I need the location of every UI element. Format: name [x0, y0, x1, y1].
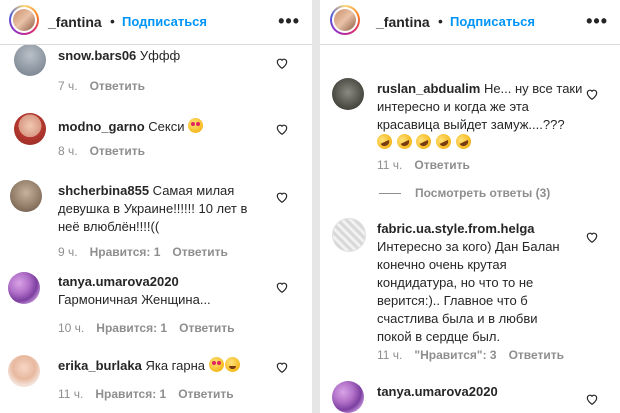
header-username[interactable]: _fantina [376, 14, 430, 30]
follow-button[interactable]: Подписаться [450, 14, 535, 29]
comment-username[interactable]: fabric.ua.style.from.helga [377, 221, 535, 236]
avatar[interactable] [332, 381, 364, 413]
avatar[interactable] [10, 180, 42, 212]
comment-username[interactable]: ruslan_abdualim [377, 81, 480, 96]
heart-icon[interactable] [275, 190, 289, 204]
reply-button[interactable]: Ответить [178, 387, 233, 401]
separator-dot: • [110, 13, 115, 29]
avatar[interactable] [332, 78, 364, 110]
comment-time[interactable]: 11 ч. [58, 387, 83, 401]
comment-body: покой в сердце был. [377, 329, 501, 344]
heart-icon[interactable] [275, 280, 289, 294]
comment-username[interactable]: modno_garno [58, 119, 145, 134]
right-comments-panel: _fantina • Подписаться ••• ruslan_abdual… [320, 0, 620, 413]
avatar[interactable] [14, 113, 46, 145]
panel-divider [312, 0, 320, 413]
reply-button[interactable]: Ответить [414, 158, 469, 172]
comment-meta: 10 ч. Нравится: 1 Ответить [58, 321, 247, 335]
comment-meta: 7 ч. Ответить [58, 79, 157, 93]
reply-button[interactable]: Ответить [179, 321, 234, 335]
heart-icon[interactable] [585, 230, 599, 244]
comment-body: Яка гарна [145, 358, 205, 373]
comment-meta: 9 ч. Нравится: 1 Ответить [58, 245, 240, 259]
heart-icon[interactable] [275, 360, 289, 374]
comment-text: modno_garno Секси [58, 118, 204, 136]
rofl-emoji-icon [433, 131, 454, 152]
rofl-emoji-icon [453, 131, 473, 152]
rofl-emoji-icon [374, 131, 395, 152]
comment-body: Интересно за кого) Дан Балан [377, 239, 560, 254]
comment-text: ruslan_abdualim Не... ну все таки [377, 80, 582, 98]
comment-username[interactable]: tanya.umarova2020 [58, 274, 179, 289]
comment-time[interactable]: 7 ч. [58, 79, 78, 93]
comment-username[interactable]: tanya.umarova2020 [377, 384, 498, 399]
comment-username[interactable]: shcherbina855 [58, 183, 149, 198]
comment-body: девушка в Украине!!!!!! 10 лет в [58, 201, 248, 216]
comment-meta: 8 ч. Ответить [58, 144, 157, 158]
comment-text: tanya.umarova2020 [58, 273, 179, 291]
heart-eyes-emoji-icon [208, 357, 224, 372]
heart-icon[interactable] [585, 392, 599, 406]
avatar[interactable] [332, 218, 366, 252]
comment-body: Секси [148, 119, 185, 134]
heart-icon[interactable] [275, 56, 289, 70]
rofl-emoji-icon [394, 131, 415, 152]
comment-text: tanya.umarova2020 [377, 383, 498, 401]
comment-body: конечно очень крутая [377, 257, 507, 272]
smiling-emoji-icon [224, 357, 240, 372]
comment-body: кондидатура, но что то не [377, 275, 534, 290]
more-options-icon[interactable]: ••• [278, 11, 300, 32]
replies-divider [379, 193, 401, 194]
comment-time[interactable]: 10 ч. [58, 321, 84, 335]
likes-count[interactable]: "Нравится": 3 [414, 348, 496, 362]
emoji-row [374, 131, 473, 152]
comment-text: erika_burlaka Яка гарна [58, 357, 241, 375]
comment-username[interactable]: snow.bars06 [58, 48, 136, 63]
header-username[interactable]: _fantina [48, 14, 102, 30]
heart-icon[interactable] [585, 87, 599, 101]
follow-button[interactable]: Подписаться [122, 14, 207, 29]
comment-text: shcherbina855 Самая милая [58, 182, 234, 200]
likes-count[interactable]: Нравится: 1 [90, 245, 161, 259]
heart-eyes-emoji-icon [188, 118, 204, 133]
avatar[interactable] [8, 272, 40, 304]
rofl-emoji-icon [413, 131, 434, 152]
reply-button[interactable]: Ответить [509, 348, 564, 362]
comment-body: Уффф [139, 48, 181, 63]
comment-time[interactable]: 8 ч. [58, 144, 78, 158]
avatar[interactable] [14, 44, 46, 76]
post-header: _fantina • Подписаться ••• [0, 0, 312, 45]
comment-text: fabric.ua.style.from.helga [377, 220, 535, 238]
avatar[interactable] [9, 5, 39, 35]
likes-count[interactable]: Нравится: 1 [95, 387, 166, 401]
comment-body: неё влюблён!!!!(( [58, 219, 160, 234]
comment-time[interactable]: 9 ч. [58, 245, 78, 259]
reply-button[interactable]: Ответить [172, 245, 227, 259]
comment-body: верится:).. Главное что б [377, 293, 528, 308]
post-header: _fantina • Подписаться ••• [320, 0, 620, 45]
comment-time[interactable]: 11 ч. [377, 158, 402, 172]
left-comments-panel: snow.bars06 Уффф 7 ч. Ответить modno_garn… [0, 0, 312, 413]
more-options-icon[interactable]: ••• [586, 11, 608, 32]
separator-dot: • [438, 13, 443, 29]
avatar[interactable] [8, 355, 40, 387]
comment-body: Гармоничная Женщина... [58, 292, 211, 307]
comment-body: красавица выйдет замуж....??? [377, 117, 565, 132]
view-replies-button[interactable]: Посмотреть ответы (3) [415, 186, 550, 200]
reply-button[interactable]: Ответить [90, 144, 145, 158]
comment-body: Не... ну все таки [483, 81, 583, 96]
comment-meta: 11 ч. Нравится: 1 Ответить [58, 387, 246, 401]
reply-button[interactable]: Ответить [90, 79, 145, 93]
comment-username[interactable]: erika_burlaka [58, 358, 142, 373]
comment-time[interactable]: 11 ч. [377, 348, 402, 362]
comment-body: Самая милая [152, 183, 235, 198]
comment-meta: 11 ч. "Нравится": 3 Ответить [377, 348, 576, 362]
comment-text: snow.bars06 Уффф [58, 47, 180, 65]
comment-body: счастлива была и в любви [377, 311, 538, 326]
likes-count[interactable]: Нравится: 1 [96, 321, 167, 335]
heart-icon[interactable] [275, 122, 289, 136]
comment-body: интересно и когда же эта [377, 99, 529, 114]
avatar[interactable] [330, 5, 360, 35]
comment-meta: 11 ч. Ответить [377, 158, 482, 172]
